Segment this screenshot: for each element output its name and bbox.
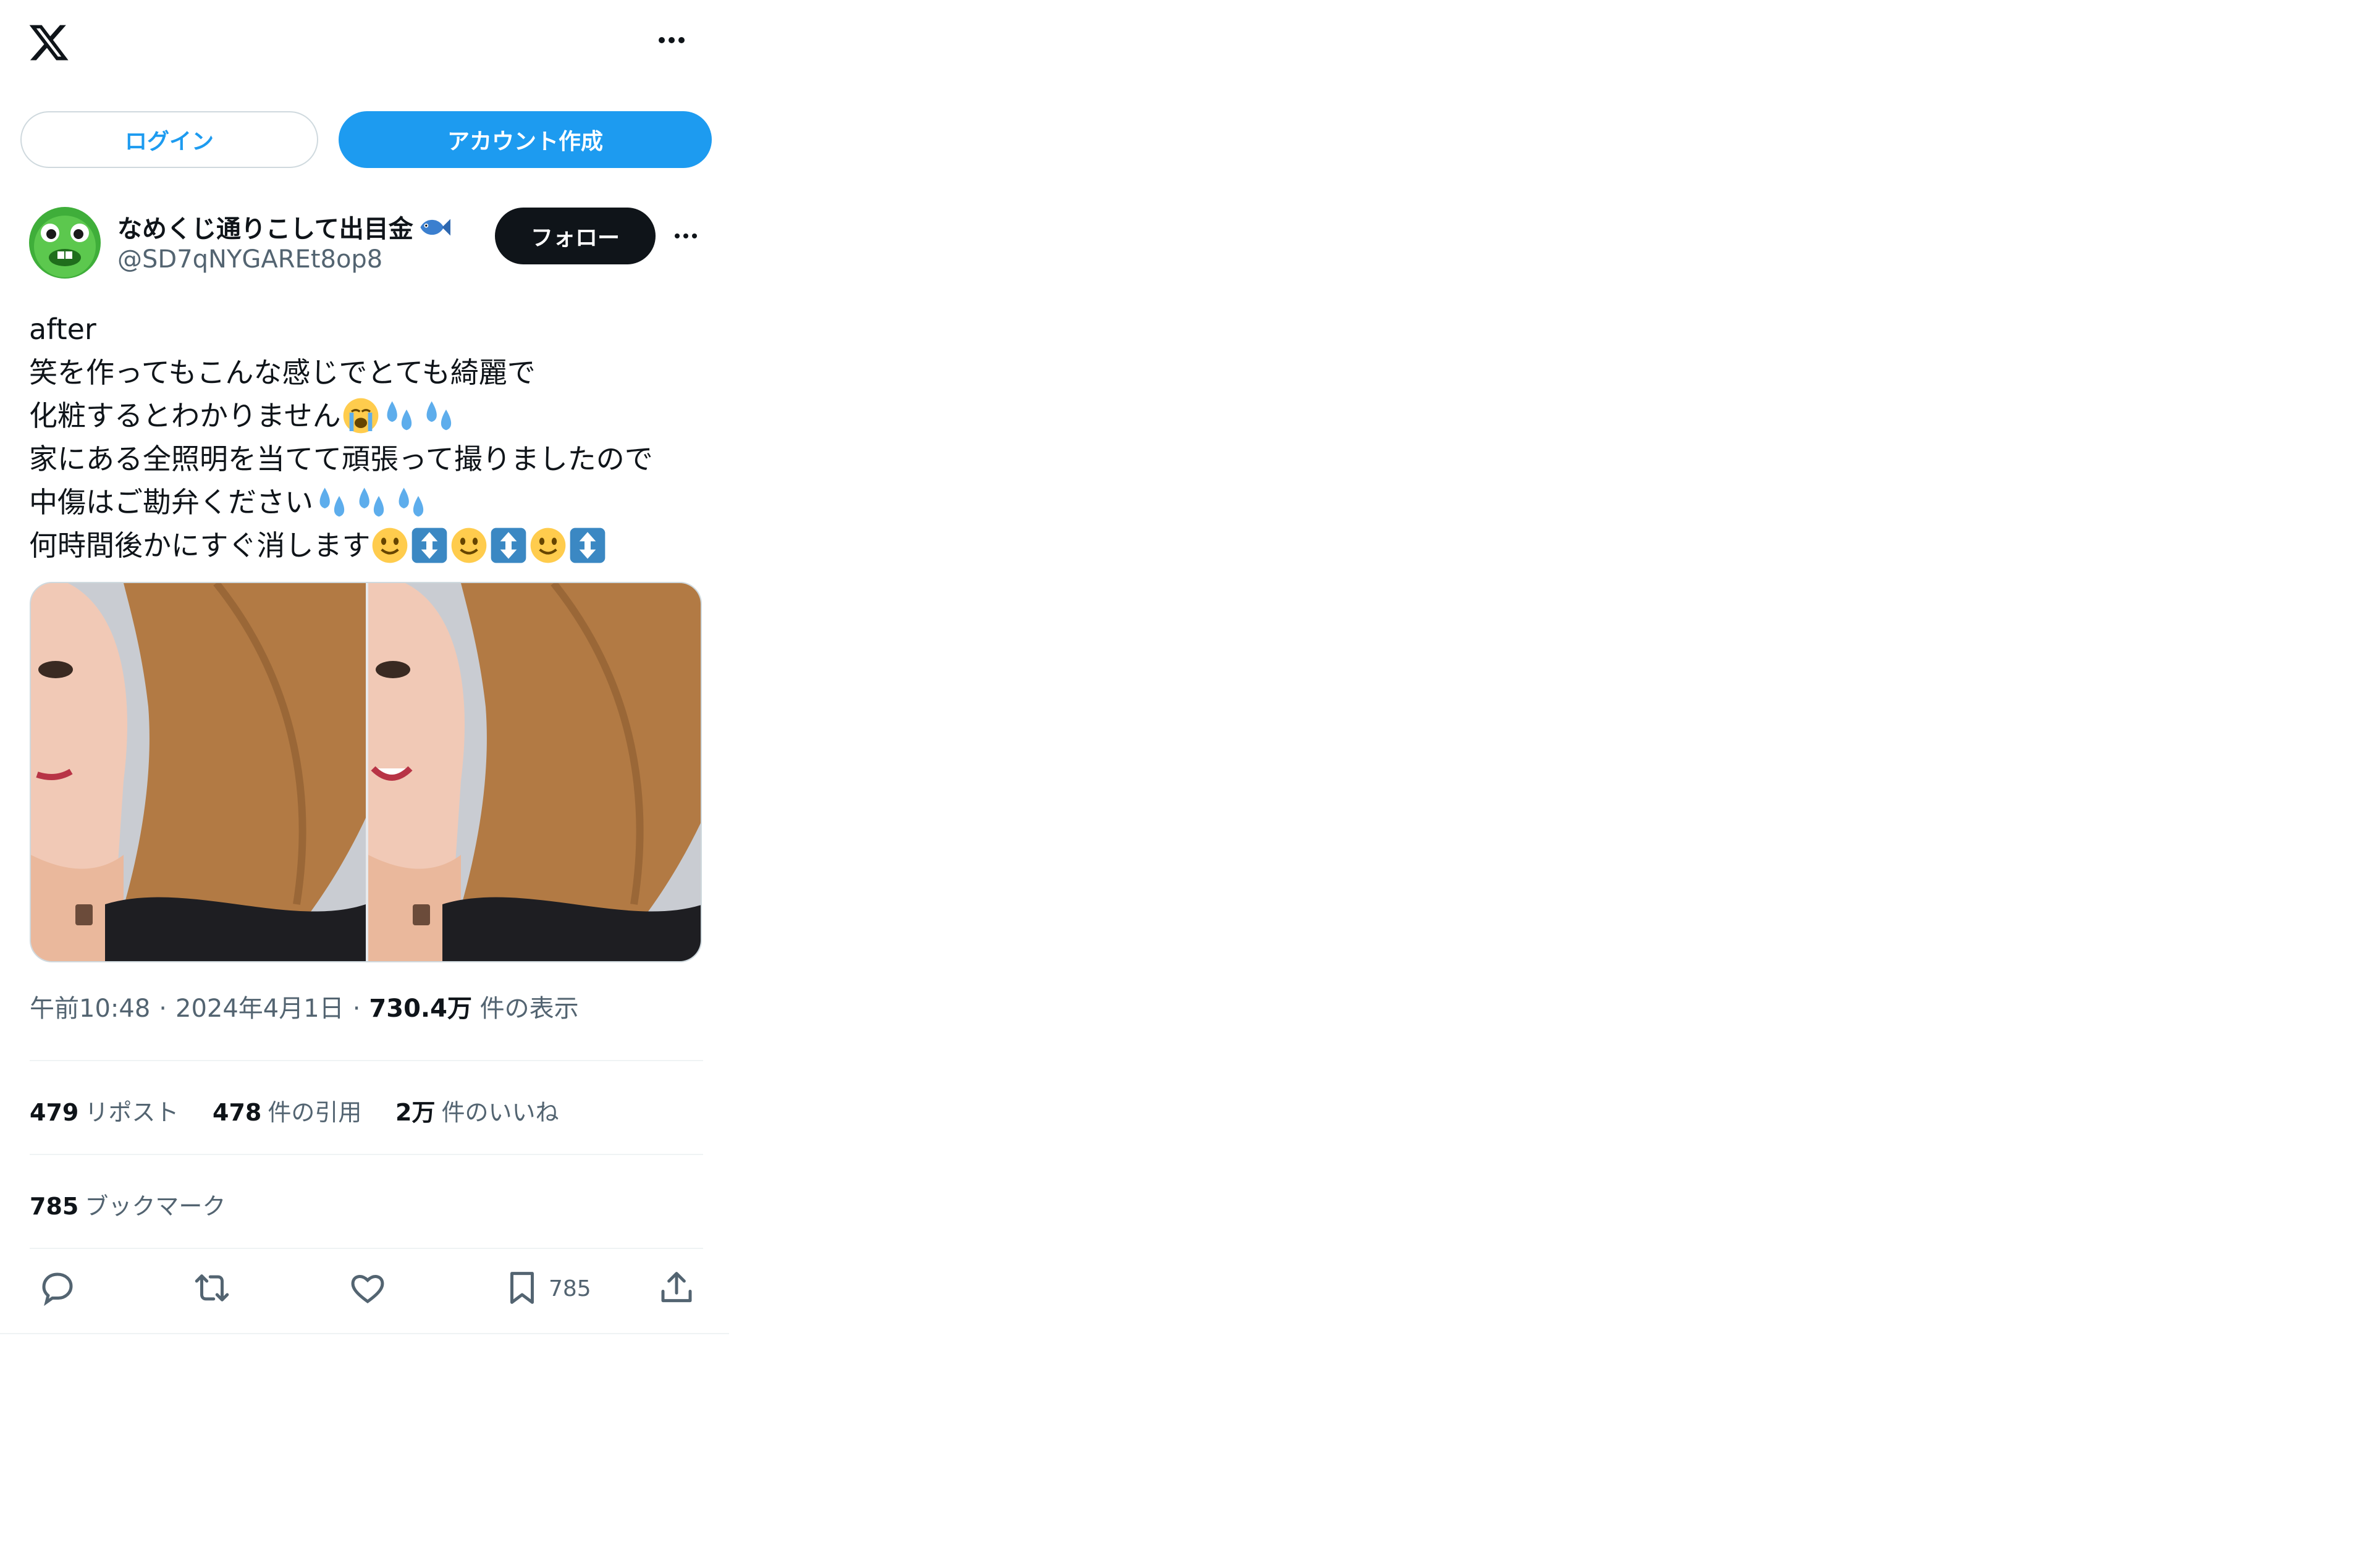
repost-icon[interactable] — [192, 1268, 232, 1308]
tweet-meta: 午前10:48 · 2024年4月1日 · 730.4万 件の表示 — [30, 988, 579, 1024]
sweat-droplets-icon — [353, 484, 392, 521]
slightly-smiling-face-icon — [528, 527, 568, 564]
quote-label: 件の引用 — [268, 1099, 362, 1126]
loudly-crying-face-icon — [341, 397, 381, 434]
bookmark-icon[interactable] — [502, 1268, 542, 1308]
view-count: 730.4万 件の表示 — [369, 988, 578, 1024]
divider — [30, 1060, 703, 1061]
like-stat[interactable]: 2万 件のいいね — [395, 1093, 559, 1127]
tweet-photo[interactable] — [31, 583, 366, 961]
repost-count: 479 — [30, 1099, 79, 1126]
like-icon[interactable] — [347, 1268, 388, 1308]
create-account-button[interactable]: アカウント作成 — [339, 111, 712, 168]
divider — [30, 1154, 703, 1155]
sweat-droplets-icon — [392, 484, 432, 521]
slightly-smiling-face-icon — [449, 527, 489, 564]
more-horizontal-icon[interactable] — [659, 37, 685, 43]
tweet-time[interactable]: 午前10:48 — [30, 988, 150, 1024]
more-options-icon[interactable] — [675, 233, 697, 238]
slightly-smiling-face-icon — [370, 527, 410, 564]
reply-icon[interactable] — [37, 1268, 78, 1308]
tweet-date[interactable]: 2024年4月1日 — [175, 988, 344, 1024]
tweet-line: 何時間後かにすぐ消します — [29, 524, 721, 567]
login-button[interactable]: ログイン — [20, 111, 318, 168]
tweet-line: 笑を作ってもこんな感じでとても綺麗で — [29, 351, 721, 394]
avatar[interactable] — [29, 207, 101, 279]
up-down-arrow-icon — [489, 527, 528, 564]
bookmark-stat-label: ブックマーク — [85, 1193, 226, 1220]
quote-count: 478 — [213, 1099, 262, 1126]
view-count-value: 730.4万 — [369, 994, 472, 1023]
tweet-line-text: 何時間後かにすぐ消します — [29, 529, 371, 562]
follow-button[interactable]: フォロー — [495, 208, 656, 264]
bookmark-stat[interactable]: 785 ブックマーク — [30, 1187, 226, 1221]
tweet-line-text: after — [29, 313, 96, 346]
bookmark-stat-count: 785 — [30, 1193, 79, 1220]
bookmark-count[interactable]: 785 — [549, 1276, 591, 1301]
repost-stat[interactable]: 479 リポスト — [30, 1093, 179, 1127]
share-icon[interactable] — [656, 1268, 697, 1308]
tweet-line-text: 家にある全照明を当てて頑張って撮りましたので — [29, 442, 653, 476]
divider — [0, 1333, 729, 1334]
tweet-text: after 笑を作ってもこんな感じでとても綺麗で 化粧するとわかりません 家にあ… — [29, 308, 721, 567]
tweet-line: 家にある全照明を当てて頑張って撮りましたので — [29, 437, 721, 481]
repost-label: リポスト — [85, 1099, 179, 1126]
meta-separator: · — [352, 994, 361, 1023]
sweat-droplets-icon — [420, 397, 460, 434]
x-logo-icon[interactable] — [27, 21, 70, 64]
tweet-media — [30, 582, 702, 962]
tweet-line-text: 化粧するとわかりません — [29, 399, 341, 432]
tweet-page: ログイン アカウント作成 なめくじ通りこして出目金 @SD7qNYGAREt8o… — [0, 0, 735, 1564]
user-handle[interactable]: @SD7qNYGAREt8op8 — [117, 245, 382, 274]
sweat-droplets-icon — [313, 484, 353, 521]
view-count-label: 件の表示 — [479, 994, 579, 1023]
tweet-line: 中傷はご勘弁ください — [29, 481, 721, 524]
quote-stat[interactable]: 478 件の引用 — [213, 1093, 361, 1127]
display-name-text: なめくじ通りこして出目金 — [117, 215, 413, 243]
like-label: 件のいいね — [441, 1099, 559, 1126]
divider — [30, 1248, 703, 1249]
tweet-line: after — [29, 308, 721, 351]
tweet-line-text: 笑を作ってもこんな感じでとても綺麗で — [29, 356, 536, 389]
tweet-line-text: 中傷はご勘弁ください — [29, 486, 313, 519]
fish-icon — [417, 216, 450, 245]
up-down-arrow-icon — [410, 527, 449, 564]
meta-separator: · — [159, 994, 167, 1023]
tweet-photo[interactable] — [368, 583, 701, 961]
tweet-line: 化粧するとわかりません — [29, 394, 721, 437]
up-down-arrow-icon — [568, 527, 607, 564]
display-name[interactable]: なめくじ通りこして出目金 — [117, 209, 450, 245]
sweat-droplets-icon — [381, 397, 420, 434]
like-count: 2万 — [395, 1099, 436, 1126]
